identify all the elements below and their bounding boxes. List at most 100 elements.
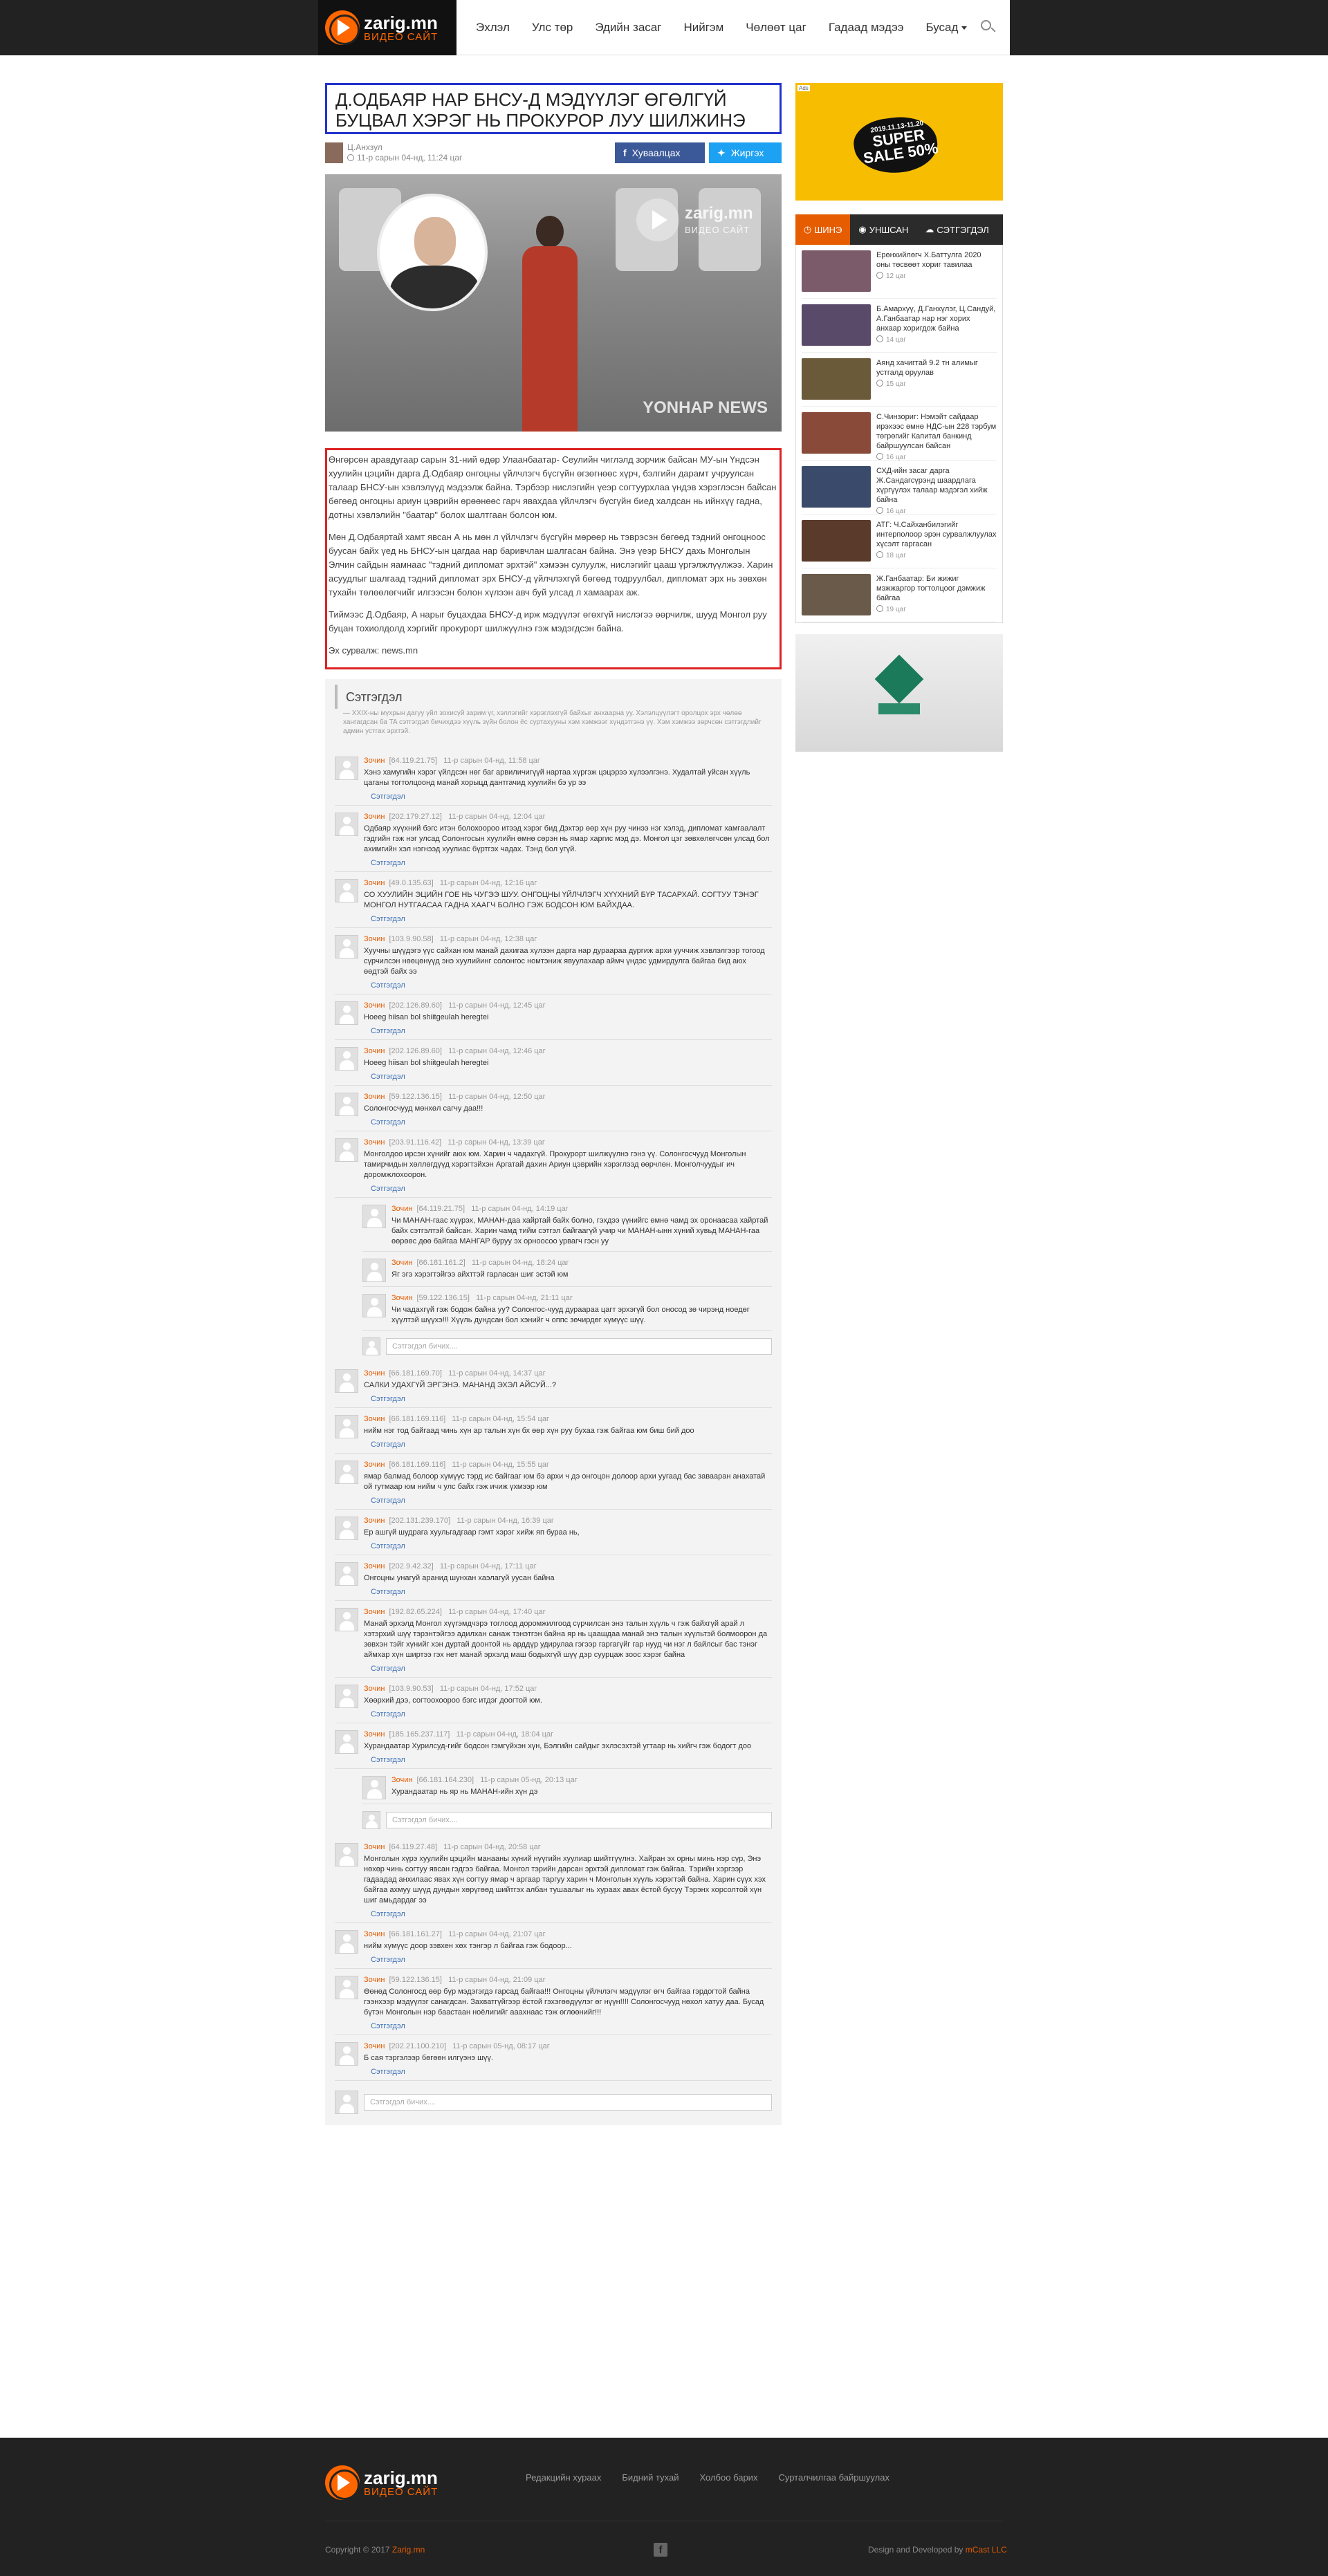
clock-icon xyxy=(876,551,883,558)
comment-ip: [64.119.27.48] xyxy=(389,1843,438,1851)
search-icon[interactable] xyxy=(981,20,996,35)
reply-link[interactable]: Сэтгэгдэл xyxy=(371,1027,772,1035)
nav-item-economy[interactable]: Эдийн засаг xyxy=(595,21,661,35)
reply-link[interactable]: Сэтгэгдэл xyxy=(371,1395,772,1403)
reply-input[interactable]: Сэтгэгдэл бичих.... xyxy=(386,1338,772,1355)
comment-text: ямар балмад болоор хүмүүс тэрд ис байгаа… xyxy=(364,1472,766,1491)
avatar xyxy=(335,879,358,902)
comment-item: Зочин [66.181.169.116] 11-р сарын 04-нд, … xyxy=(335,1408,772,1454)
news-title[interactable]: Аянд хачигтай 9.2 тн алимыг устгалд оруу… xyxy=(876,358,997,378)
reply-link[interactable]: Сэтгэгдэл xyxy=(371,1665,772,1673)
comment-time: 11-р сарын 04-нд, 17:52 цаг xyxy=(439,1685,537,1693)
reply-link[interactable]: Сэтгэгдэл xyxy=(371,1497,772,1505)
news-title[interactable]: Ерөнхийлөгч Х.Баттулга 2020 оны төсвөөт … xyxy=(876,250,997,270)
news-title[interactable]: Б.Амархүү, Д.Ганхүлэг, Ц.Сандуй, А.Ганба… xyxy=(876,304,997,333)
reply-link[interactable]: Сэтгэгдэл xyxy=(371,1756,772,1764)
reply-link[interactable]: Сэтгэгдэл xyxy=(371,1588,772,1596)
news-thumbnail[interactable] xyxy=(802,466,871,508)
tab-comments[interactable]: ☁ СЭТГЭГДЭЛ xyxy=(916,214,997,245)
news-item[interactable]: Б.Амархүү, Д.Ганхүлэг, Ц.Сандуй, А.Ганба… xyxy=(802,299,997,353)
ad-logo-bar xyxy=(878,703,920,714)
comment-text: Монголдоо ирсэн хүнийг аюх юм. Харин ч ч… xyxy=(364,1150,746,1179)
comment-ip: [66.181.169.70] xyxy=(389,1369,442,1378)
copyright-brand[interactable]: Zarig.mn xyxy=(392,2545,425,2555)
news-thumbnail[interactable] xyxy=(802,250,871,292)
news-thumbnail[interactable] xyxy=(802,358,871,400)
comment-item: Зочин [49.0.135.63] 11-р сарын 04-нд, 12:… xyxy=(335,872,772,928)
sidebar: Ads 2019.11.13-11.20 SUPER SALE 50% ◷ ШИНЭ… xyxy=(795,83,1003,752)
twitter-share-button[interactable]: ✦ Жиргэх xyxy=(709,142,782,163)
news-thumbnail[interactable] xyxy=(802,520,871,562)
facebook-share-button[interactable]: f Хуваалцах xyxy=(615,142,705,163)
reply-link[interactable]: Сэтгэгдэл xyxy=(371,981,772,990)
comment-time: 11-р сарын 05-нд, 08:17 цаг xyxy=(452,2042,550,2050)
footer-links: Редакцийн хураах Бидний тухай Холбоо бар… xyxy=(526,2472,910,2483)
news-time: 12 цаг xyxy=(886,272,906,280)
reply-link[interactable]: Сэтгэгдэл xyxy=(371,2022,772,2030)
reply-input[interactable]: Сэтгэгдэл бичих.... xyxy=(386,1812,772,1828)
nav-item-leisure[interactable]: Чөлөөт цаг xyxy=(746,21,806,35)
tab-most-read[interactable]: ◉ УНШСАН xyxy=(850,214,916,245)
footer-logo[interactable]: zarig.mn ВИДЕО САЙТ xyxy=(325,2465,438,2500)
comment-time: 11-р сарын 04-нд, 20:58 цаг xyxy=(443,1843,541,1851)
reply-link[interactable]: Сэтгэгдэл xyxy=(371,915,772,923)
reply-link[interactable]: Сэтгэгдэл xyxy=(371,1073,772,1081)
news-title[interactable]: СХД-ийн засаг дарга Ж.Сандагсүрэнд шаард… xyxy=(876,466,997,505)
play-icon[interactable] xyxy=(636,198,679,241)
comment-time: 11-р сарын 04-нд, 21:07 цаг xyxy=(448,1930,546,1938)
site-logo[interactable]: zarig.mn ВИДЕО САЙТ xyxy=(318,0,456,55)
facebook-icon[interactable]: f xyxy=(654,2543,667,2557)
news-time: 14 цаг xyxy=(886,336,906,344)
bottom-ad-banner[interactable] xyxy=(795,634,1003,752)
reply-link[interactable]: Сэтгэгдэл xyxy=(371,1710,772,1718)
reply-link[interactable]: Сэтгэгдэл xyxy=(371,1910,772,1918)
news-item[interactable]: С.Чинзориг: Нэмэйт сайдаар ирэхээс өмнө … xyxy=(802,407,997,461)
reply-link[interactable]: Сэтгэгдэл xyxy=(371,793,772,801)
article-hero-image[interactable]: zarig.mn ВИДЕО САЙТ YONHAP NEWS xyxy=(325,174,782,432)
footer-link-about[interactable]: Бидний тухай xyxy=(622,2472,679,2483)
reply-link[interactable]: Сэтгэгдэл xyxy=(371,1542,772,1550)
nav-item-other-label: Бусад xyxy=(925,20,959,34)
developer-brand[interactable]: mCast LLC xyxy=(966,2545,1007,2555)
nav-item-home[interactable]: Эхлэл xyxy=(476,21,510,35)
sale-ad-banner[interactable]: Ads 2019.11.13-11.20 SUPER SALE 50% xyxy=(795,83,1003,201)
news-item[interactable]: Ж.Ганбаатар: Би жижиг мэжжаргор тогтолцо… xyxy=(802,568,997,622)
news-title[interactable]: АТГ: Ч.Сайханбилэгийг интерполоор эрэн с… xyxy=(876,520,997,549)
nav-item-society[interactable]: Нийгэм xyxy=(683,21,723,35)
article-date: 11-р сарын 04-нд, 11:24 цаг xyxy=(357,153,463,163)
nav-item-world-news[interactable]: Гадаад мэдээ xyxy=(829,21,904,35)
footer-link-contact[interactable]: Холбоо барих xyxy=(700,2472,758,2483)
photo-credit: YONHAP NEWS xyxy=(643,398,768,417)
news-title[interactable]: С.Чинзориг: Нэмэйт сайдаар ирэхээс өмнө … xyxy=(876,412,997,451)
reply-link[interactable]: Сэтгэгдэл xyxy=(371,2068,772,2076)
tab-new[interactable]: ◷ ШИНЭ xyxy=(795,214,851,245)
new-comment-input[interactable]: Сэтгэгдэл бичих.... xyxy=(364,2094,772,2111)
news-item[interactable]: АТГ: Ч.Сайханбилэгийг интерполоор эрэн с… xyxy=(802,515,997,568)
footer-link-editorial[interactable]: Редакцийн хураах xyxy=(526,2472,601,2483)
news-thumbnail[interactable] xyxy=(802,304,871,346)
news-time: 18 цаг xyxy=(886,552,906,559)
news-title[interactable]: Ж.Ганбаатар: Би жижиг мэжжаргор тогтолцо… xyxy=(876,574,997,603)
comment-item: Зочин [59.122.136.15] 11-р сарын 04-нд, 1… xyxy=(335,1086,772,1131)
nav-item-politics[interactable]: Улс төр xyxy=(532,21,573,35)
news-item[interactable]: Аянд хачигтай 9.2 тн алимыг устгалд оруу… xyxy=(802,353,997,407)
news-thumbnail[interactable] xyxy=(802,574,871,615)
reply-link[interactable]: Сэтгэгдэл xyxy=(371,1118,772,1127)
reply-link[interactable]: Сэтгэгдэл xyxy=(371,859,772,867)
comment-author: Зочин xyxy=(364,1093,385,1101)
reply-link[interactable]: Сэтгэгдэл xyxy=(371,1956,772,1964)
nav-item-other-dropdown[interactable]: Бусад xyxy=(925,20,968,35)
news-item[interactable]: Ерөнхийлөгч Х.Баттулга 2020 оны төсвөөт … xyxy=(802,245,997,299)
reply-link[interactable]: Сэтгэгдэл xyxy=(371,1185,772,1193)
reply-link[interactable]: Сэтгэгдэл xyxy=(371,1440,772,1449)
comment-time: 11-р сарын 04-нд, 12:46 цаг xyxy=(448,1047,546,1055)
twitter-icon: ✦ xyxy=(717,147,726,158)
news-item[interactable]: СХД-ийн засаг дарга Ж.Сандагсүрэнд шаард… xyxy=(802,461,997,515)
footer-link-advertise[interactable]: Сурталчилгаа байршуулах xyxy=(778,2472,889,2483)
comment-ip: [59.122.136.15] xyxy=(416,1294,470,1302)
comment-item: Зочин [202.131.239.170] 11-р сарын 04-нд,… xyxy=(335,1510,772,1555)
avatar xyxy=(362,1776,386,1799)
news-thumbnail[interactable] xyxy=(802,412,871,454)
comment-ip: [66.181.161.2] xyxy=(416,1259,465,1267)
clock-icon xyxy=(876,380,883,387)
